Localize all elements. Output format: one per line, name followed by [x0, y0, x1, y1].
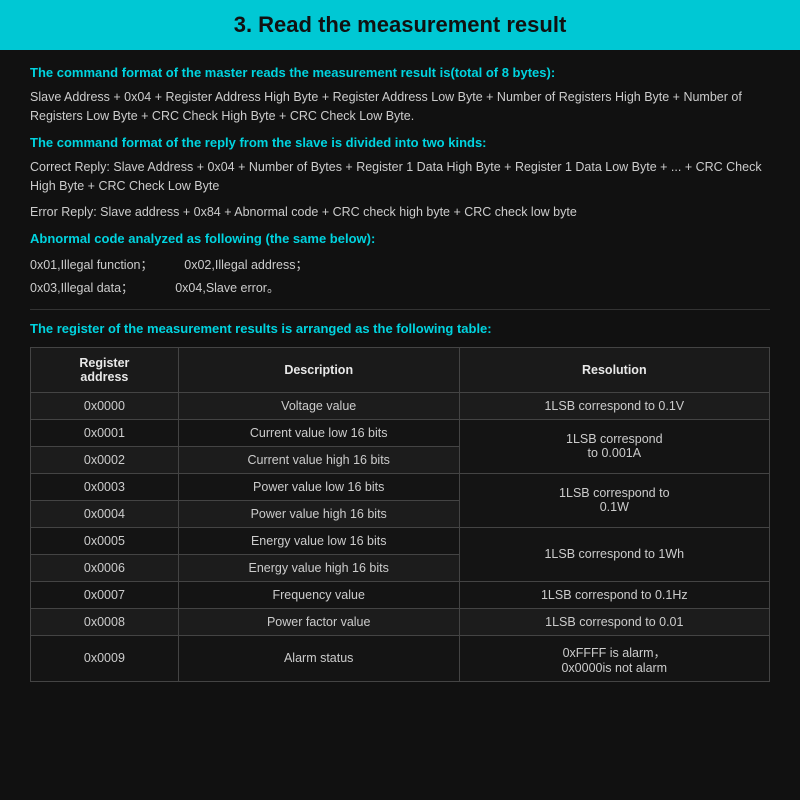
col-header-description: Description [178, 347, 459, 392]
table-intro: The register of the measurement results … [30, 320, 770, 338]
anomaly-0x04: 0x04,Slave error。 [175, 281, 279, 295]
command-format-label: The command format of the master reads t… [30, 64, 770, 82]
register-table: Registeraddress Description Resolution 0… [30, 347, 770, 682]
register-cell: 0x0000 [31, 392, 179, 419]
table-row: 0x0008Power factor value1LSB correspond … [31, 608, 770, 635]
register-cell: 0x0002 [31, 446, 179, 473]
abnormal-codes: 0x01,Illegal function； 0x02,Illegal addr… [30, 254, 770, 299]
register-cell: 0x0006 [31, 554, 179, 581]
section-title: 3. Read the measurement result [0, 0, 800, 50]
register-cell: 0x0001 [31, 419, 179, 446]
description-cell: Energy value low 16 bits [178, 527, 459, 554]
register-cell: 0x0005 [31, 527, 179, 554]
register-cell: 0x0003 [31, 473, 179, 500]
table-row: 0x0000Voltage value1LSB correspond to 0.… [31, 392, 770, 419]
description-cell: Power value high 16 bits [178, 500, 459, 527]
title-text: 3. Read the measurement result [234, 12, 567, 37]
table-row: 0x0007Frequency value1LSB correspond to … [31, 581, 770, 608]
resolution-cell: 1LSB correspondto 0.001A [459, 419, 769, 473]
description-cell: Power value low 16 bits [178, 473, 459, 500]
resolution-cell: 1LSB correspond to 0.1V [459, 392, 769, 419]
command-format-body: Slave Address + 0x04 + Register Address … [30, 88, 770, 126]
anomaly-0x02: 0x02,Illegal address； [184, 258, 308, 272]
register-cell: 0x0008 [31, 608, 179, 635]
col-header-resolution: Resolution [459, 347, 769, 392]
table-row: 0x0005Energy value low 16 bits1LSB corre… [31, 527, 770, 554]
description-cell: Current value low 16 bits [178, 419, 459, 446]
error-reply: Error Reply: Slave address + 0x84 + Abno… [30, 203, 770, 222]
table-row: 0x0009Alarm status0xFFFF is alarm，0x0000… [31, 635, 770, 681]
table-row: 0x0001Current value low 16 bits1LSB corr… [31, 419, 770, 446]
register-cell: 0x0009 [31, 635, 179, 681]
reply-format-label: The command format of the reply from the… [30, 134, 770, 152]
page: 3. Read the measurement result The comma… [0, 0, 800, 800]
description-cell: Voltage value [178, 392, 459, 419]
description-cell: Alarm status [178, 635, 459, 681]
description-cell: Current value high 16 bits [178, 446, 459, 473]
resolution-cell: 1LSB correspond to 0.01 [459, 608, 769, 635]
main-content: The command format of the master reads t… [0, 50, 800, 800]
correct-reply: Correct Reply: Slave Address + 0x04 + Nu… [30, 158, 770, 196]
abnormal-label: Abnormal code analyzed as following (the… [30, 230, 770, 248]
table-row: 0x0003Power value low 16 bits1LSB corres… [31, 473, 770, 500]
col-header-register: Registeraddress [31, 347, 179, 392]
anomaly-0x03: 0x03,Illegal data； [30, 281, 172, 295]
divider [30, 309, 770, 310]
description-cell: Energy value high 16 bits [178, 554, 459, 581]
resolution-cell: 0xFFFF is alarm，0x0000is not alarm [459, 635, 769, 681]
anomaly-0x01: 0x01,Illegal function； [30, 258, 181, 272]
description-cell: Power factor value [178, 608, 459, 635]
description-cell: Frequency value [178, 581, 459, 608]
table-header-row: Registeraddress Description Resolution [31, 347, 770, 392]
resolution-cell: 1LSB correspond to 0.1Hz [459, 581, 769, 608]
register-cell: 0x0007 [31, 581, 179, 608]
table-section: The register of the measurement results … [30, 320, 770, 681]
resolution-cell: 1LSB correspond to0.1W [459, 473, 769, 527]
resolution-cell: 1LSB correspond to 1Wh [459, 527, 769, 581]
register-cell: 0x0004 [31, 500, 179, 527]
